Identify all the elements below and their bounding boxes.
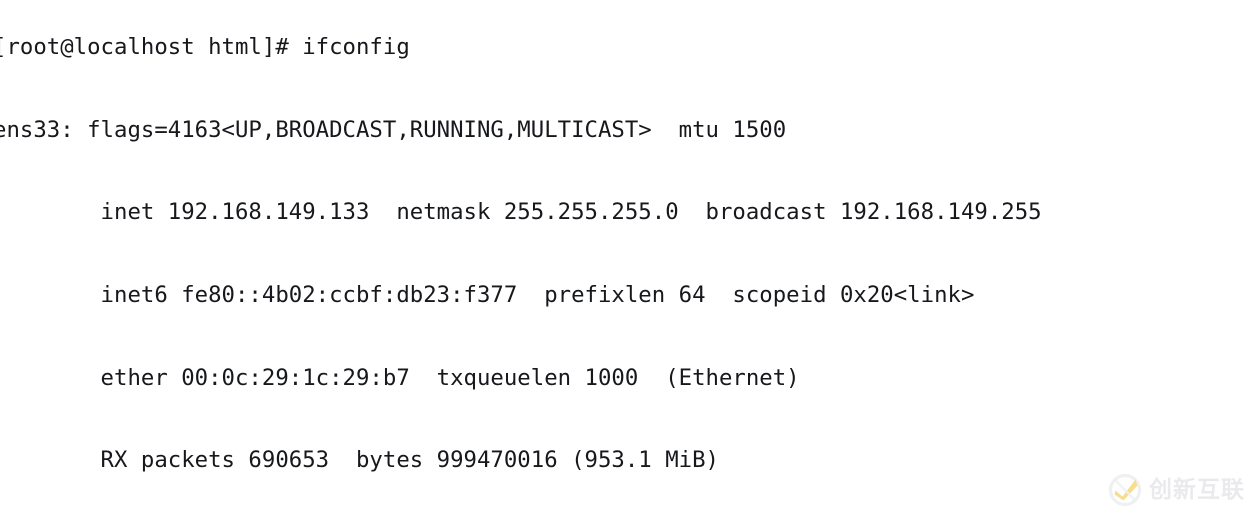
terminal-line-ens33-inet6: inet6 fe80::4b02:ccbf:db23:f377 prefixle… [0,282,975,309]
terminal-output: [root@localhost html]# ifconfig ens33: f… [0,0,1255,516]
terminal-line-prompt: [root@localhost html]# ifconfig [0,34,410,61]
terminal-line-ens33-inet: inet 192.168.149.133 netmask 255.255.255… [0,199,1042,226]
terminal-line-ens33-flags: ens33: flags=4163<UP,BROADCAST,RUNNING,M… [0,116,787,143]
terminal-line-ens33-ether: ether 00:0c:29:1c:29:b7 txqueuelen 1000 … [0,364,800,391]
terminal-line-ens33-rx-packets: RX packets 690653 bytes 999470016 (953.1… [0,447,719,474]
terminal-window: [root@localhost html]# ifconfig ens33: f… [0,0,1255,516]
